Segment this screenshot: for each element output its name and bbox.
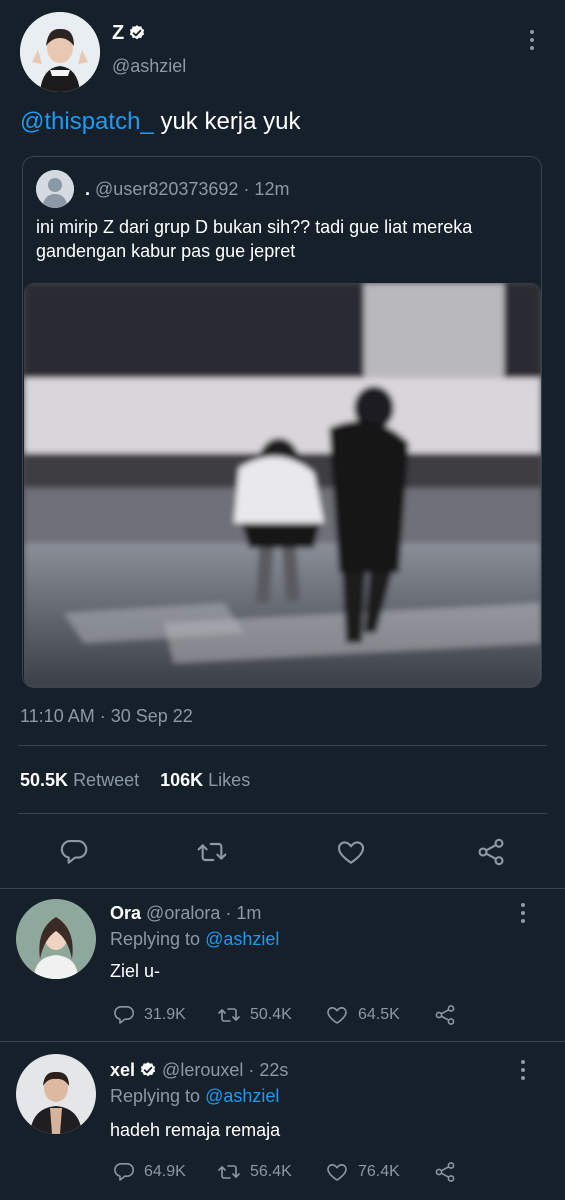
share-icon[interactable] [474, 836, 508, 868]
reply-handle[interactable]: @oralora [146, 903, 220, 923]
author-avatar[interactable] [20, 12, 100, 92]
reply-display-name[interactable]: xel [110, 1060, 135, 1080]
reply-count: 31.9K [144, 1006, 186, 1023]
likes-label: Likes [208, 770, 251, 790]
tweet-body: yuk kerja yuk [160, 108, 301, 135]
retweets-count: 50.5K [20, 770, 69, 790]
more-options-icon[interactable] [522, 26, 542, 54]
reply-text: hadeh remaja remaja [110, 1120, 281, 1140]
author-name-row: Z [112, 22, 146, 45]
quoted-display-name[interactable]: . [85, 179, 90, 199]
share-icon [432, 1003, 458, 1027]
reply-retweet-action[interactable]: 50.4K [216, 1003, 292, 1027]
reply-icon[interactable] [58, 836, 90, 868]
author-handle[interactable]: @ashziel [112, 56, 186, 77]
reply-share-action[interactable] [432, 1003, 458, 1027]
like-icon [324, 1003, 350, 1027]
reply-text: Ziel u- [110, 961, 161, 981]
replying-to: Replying to @ashziel [110, 929, 279, 950]
divider [18, 813, 547, 814]
verified-badge-icon [139, 1061, 157, 1079]
retweet-count: 50.4K [250, 1006, 292, 1023]
quoted-handle[interactable]: @user820373692 [95, 179, 238, 199]
quoted-header: . @user820373692 · 12m [85, 179, 289, 200]
like-icon [324, 1160, 350, 1184]
reply-time: · 22s [248, 1060, 289, 1080]
reply-handle[interactable]: @lerouxel [162, 1060, 243, 1080]
replying-to-handle[interactable]: @ashziel [205, 929, 279, 949]
likes-stat[interactable]: 106K Likes [160, 770, 250, 790]
reply-comment-action[interactable]: 31.9K [112, 1003, 186, 1027]
reply-avatar[interactable] [16, 1054, 96, 1134]
reply-avatar[interactable] [16, 899, 96, 979]
reply-icon [112, 1160, 136, 1184]
quoted-text: ini mirip Z dari grup D bukan sih?? tadi… [36, 217, 473, 261]
verified-badge-icon [128, 24, 146, 42]
tweet-timestamp[interactable]: 11:10 AM · 30 Sep 22 [20, 706, 193, 727]
retweets-label: Retweet [73, 770, 140, 790]
reply-more-options-icon[interactable] [513, 1056, 533, 1084]
share-icon [432, 1160, 458, 1184]
reply-header: xel @lerouxel · 22s [110, 1060, 288, 1081]
replying-to-handle[interactable]: @ashziel [205, 1086, 279, 1106]
reply-time: · 1m [225, 903, 262, 923]
replying-to: Replying to @ashziel [110, 1086, 279, 1107]
reply-retweet-action[interactable]: 56.4K [216, 1160, 292, 1184]
retweet-icon [216, 1160, 242, 1184]
quoted-avatar [36, 170, 74, 208]
retweet-count: 56.4K [250, 1163, 292, 1180]
quoted-time: · 12m [243, 179, 290, 199]
author-display-name[interactable]: Z [112, 22, 124, 44]
reply-comment-action[interactable]: 64.9K [112, 1160, 186, 1184]
reply-share-action[interactable] [432, 1160, 458, 1184]
like-icon[interactable] [335, 836, 367, 868]
likes-count: 106K [160, 770, 204, 790]
reply-more-options-icon[interactable] [513, 899, 533, 927]
reply-item[interactable]: xel @lerouxel · 22s Replying to @ashziel… [0, 1042, 565, 1200]
reply-header: Ora @oralora · 1m [110, 903, 261, 924]
quoted-tweet-card[interactable]: . @user820373692 · 12m ini mirip Z dari … [22, 156, 542, 688]
reply-like-action[interactable]: 64.5K [324, 1003, 400, 1027]
retweets-stat[interactable]: 50.5K Retweet [20, 770, 139, 790]
replying-to-label: Replying to [110, 1086, 201, 1106]
mention-link[interactable]: @thispatch_ [20, 108, 154, 135]
tweet-text: @thispatch_ yuk kerja yuk [20, 108, 301, 136]
reply-count: 64.9K [144, 1163, 186, 1180]
reply-like-action[interactable]: 76.4K [324, 1160, 400, 1184]
retweet-icon [216, 1003, 242, 1027]
like-count: 76.4K [358, 1163, 400, 1180]
reply-icon [112, 1003, 136, 1027]
reply-display-name[interactable]: Ora [110, 903, 141, 923]
like-count: 64.5K [358, 1006, 400, 1023]
retweet-icon[interactable] [196, 836, 228, 868]
tweet-stats: 50.5K Retweet 106K Likes [20, 770, 250, 791]
reply-item[interactable]: Ora @oralora · 1m Replying to @ashziel Z… [0, 889, 565, 1039]
replying-to-label: Replying to [110, 929, 201, 949]
quoted-photo[interactable] [24, 283, 541, 687]
divider [18, 745, 547, 746]
